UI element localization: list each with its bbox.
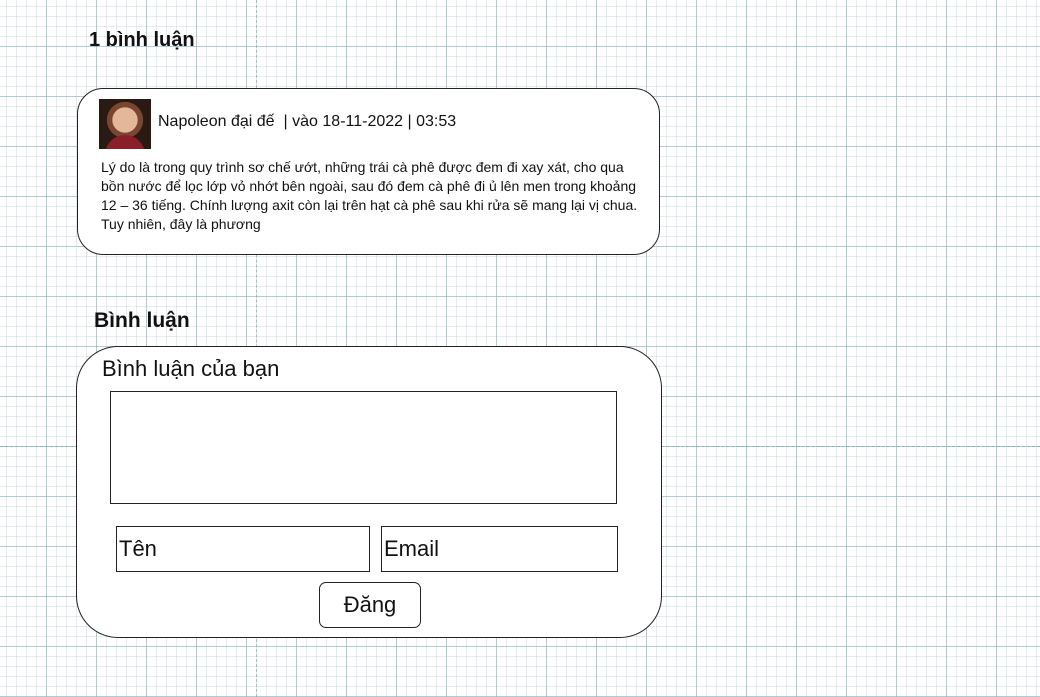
comment-card: Napoleon đại đế | vào 18-11-2022 | 03:53 … <box>77 88 660 255</box>
comment-textarea[interactable] <box>110 391 617 504</box>
submit-button[interactable]: Đăng <box>319 582 421 628</box>
comment-form: Bình luận của bạn Đăng <box>76 346 662 638</box>
comment-meta: Napoleon đại đế | vào 18-11-2022 | 03:53 <box>158 113 456 131</box>
avatar <box>99 99 151 149</box>
comment-date: | vào 18-11-2022 | 03:53 <box>283 113 457 130</box>
comment-form-heading: Bình luận <box>94 309 190 332</box>
comment-author: Napoleon đại đế <box>158 113 275 130</box>
comment-count-heading: 1 bình luận <box>89 29 195 51</box>
comment-body: Lý do là trong quy trình sơ chế ướt, nhữ… <box>101 159 638 232</box>
email-input[interactable] <box>381 526 618 572</box>
name-input[interactable] <box>116 526 370 572</box>
comment-field-label: Bình luận của bạn <box>102 356 280 381</box>
